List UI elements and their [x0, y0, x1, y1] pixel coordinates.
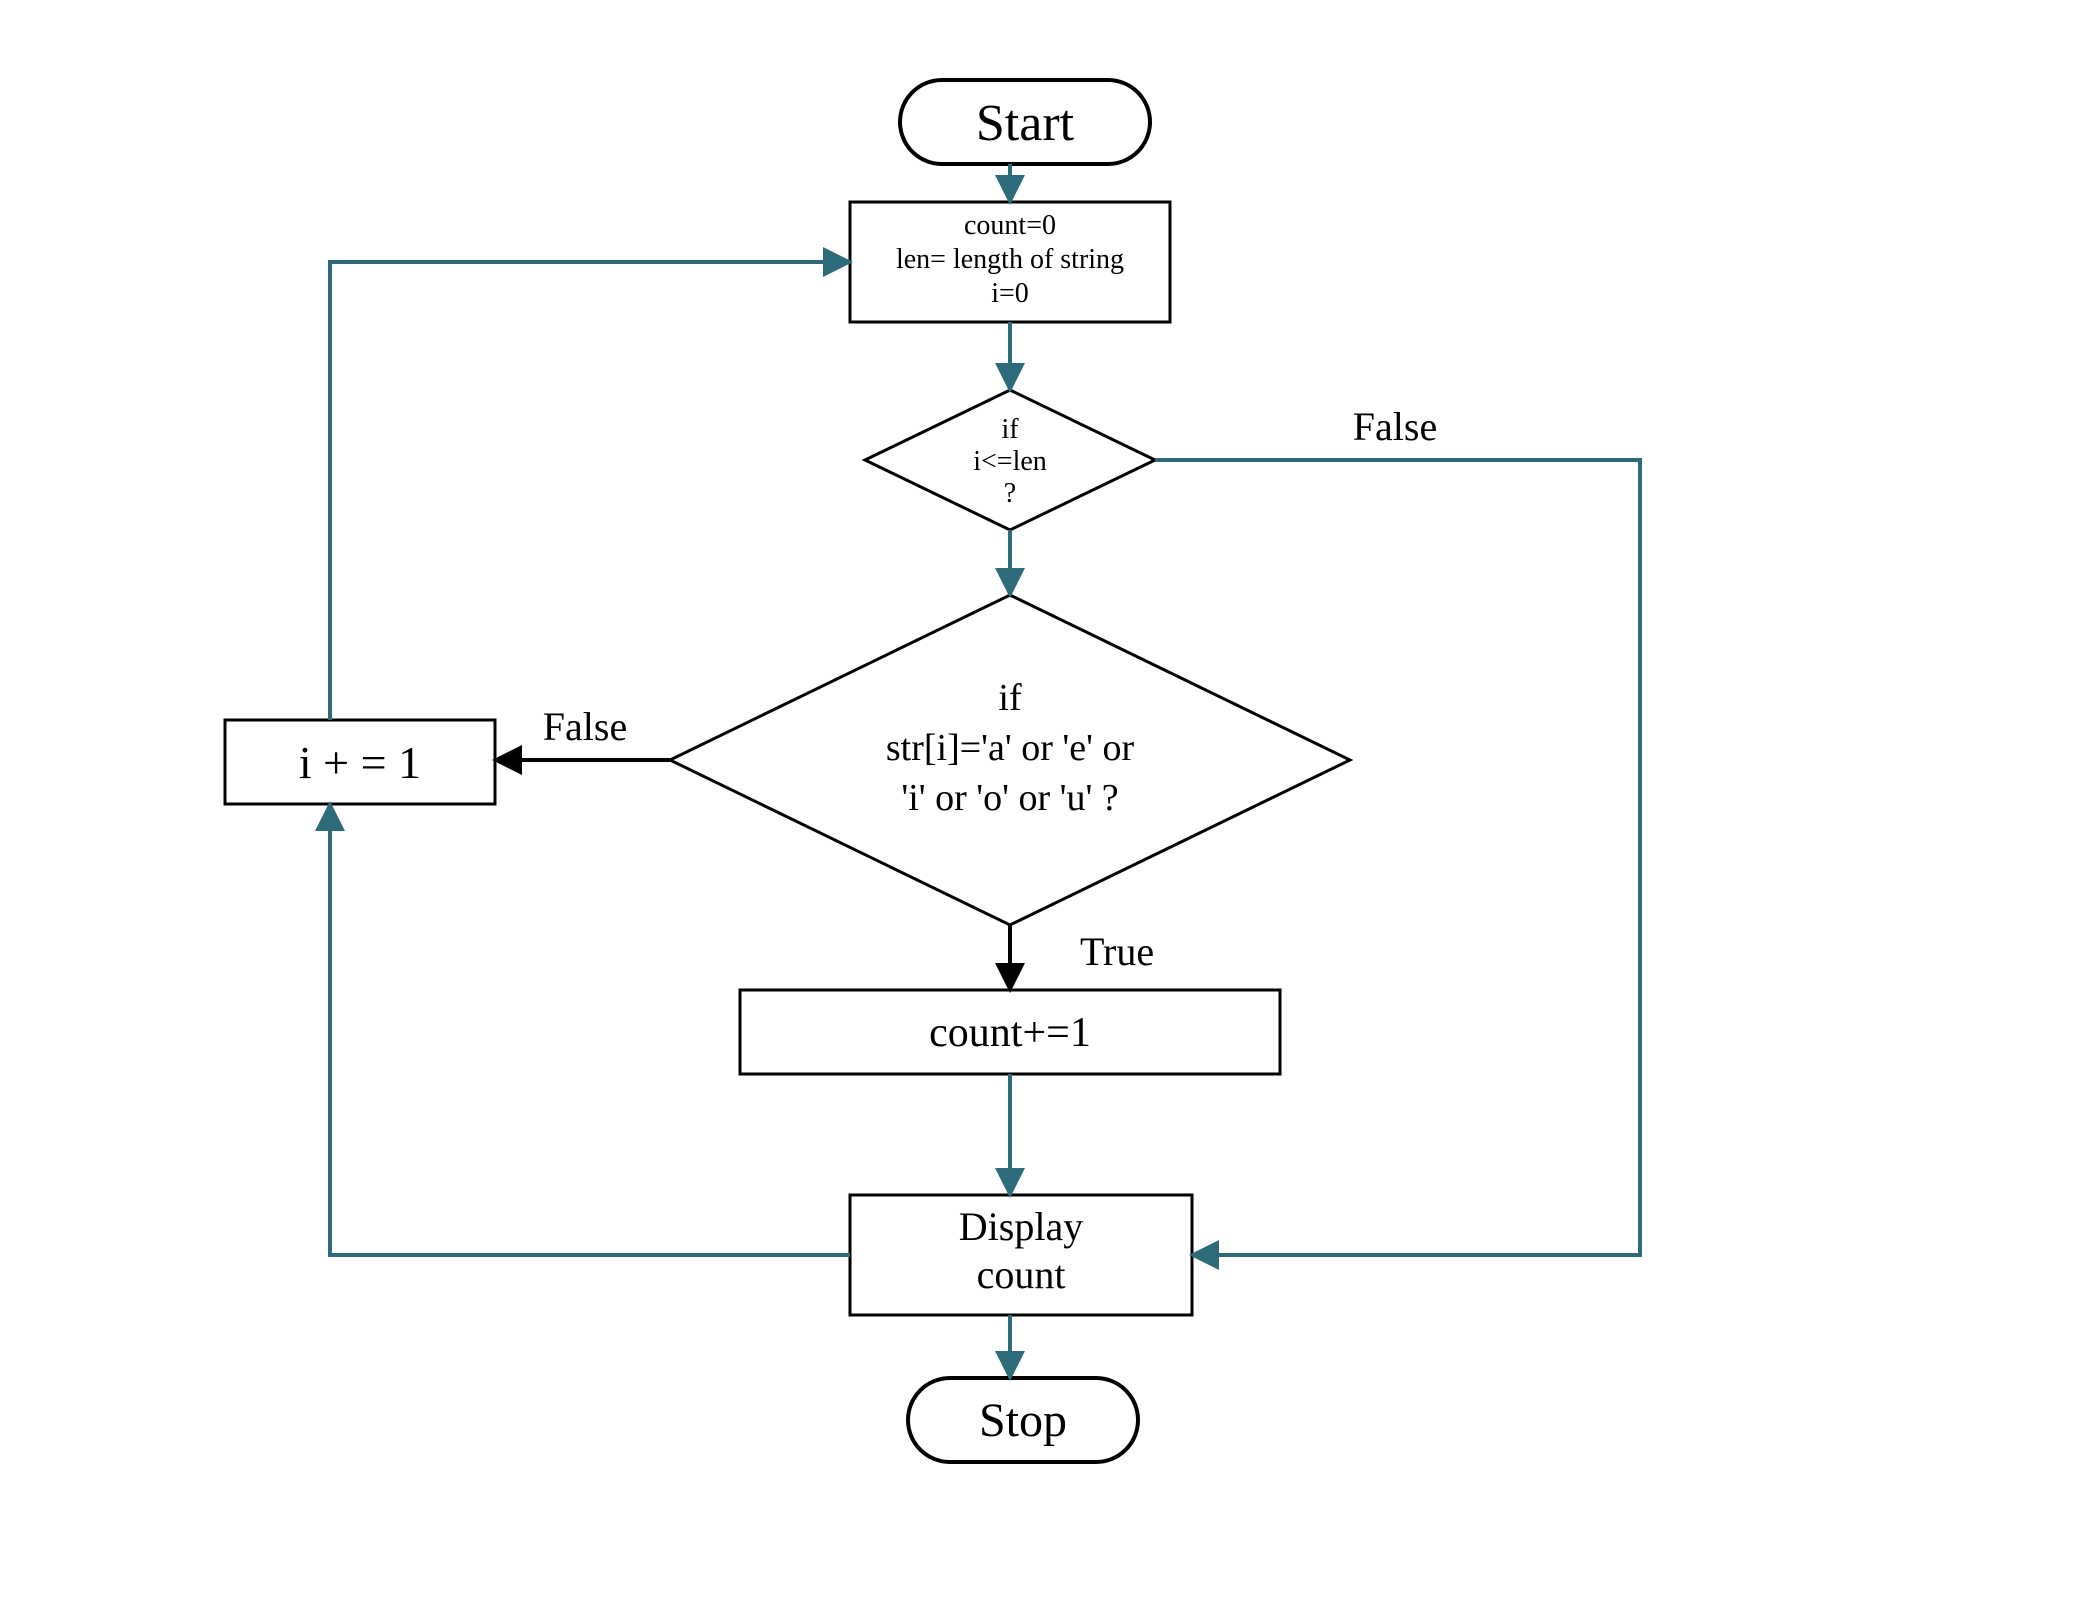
node-init: count=0 len= length of string i=0	[850, 202, 1170, 322]
start-label: Start	[976, 95, 1075, 152]
display-line2: count	[977, 1252, 1066, 1297]
edge-condlen-false	[1155, 460, 1640, 1255]
node-cond-len: if i<=len ?	[865, 390, 1155, 530]
node-stop: Stop	[908, 1378, 1138, 1462]
cond-len-line3: ?	[1004, 478, 1016, 509]
inc-count-label: count+=1	[929, 1010, 1091, 1056]
node-inc-count: count+=1	[740, 990, 1280, 1074]
display-line1: Display	[959, 1204, 1083, 1249]
label-condvowel-false: False	[543, 704, 627, 749]
cond-vowel-line2: str[i]='a' or 'e' or	[886, 727, 1135, 769]
cond-len-line1: if	[1001, 414, 1019, 445]
edge-inci-init	[330, 262, 850, 720]
inc-i-label: i + = 1	[299, 737, 421, 788]
node-cond-vowel: if str[i]='a' or 'e' or 'i' or 'o' or 'u…	[670, 595, 1350, 925]
label-condlen-false: False	[1353, 404, 1437, 449]
cond-vowel-line1: if	[998, 677, 1022, 719]
init-line2: len= length of string	[896, 244, 1124, 275]
init-line1: count=0	[964, 210, 1056, 241]
node-start: Start	[900, 80, 1150, 164]
cond-vowel-line3: 'i' or 'o' or 'u' ?	[901, 777, 1118, 819]
node-inc-i: i + = 1	[225, 720, 495, 804]
label-condvowel-true: True	[1080, 929, 1154, 974]
init-line3: i=0	[991, 278, 1029, 309]
node-display: Display count	[850, 1195, 1192, 1315]
cond-len-line2: i<=len	[973, 446, 1047, 477]
stop-label: Stop	[979, 1394, 1067, 1447]
